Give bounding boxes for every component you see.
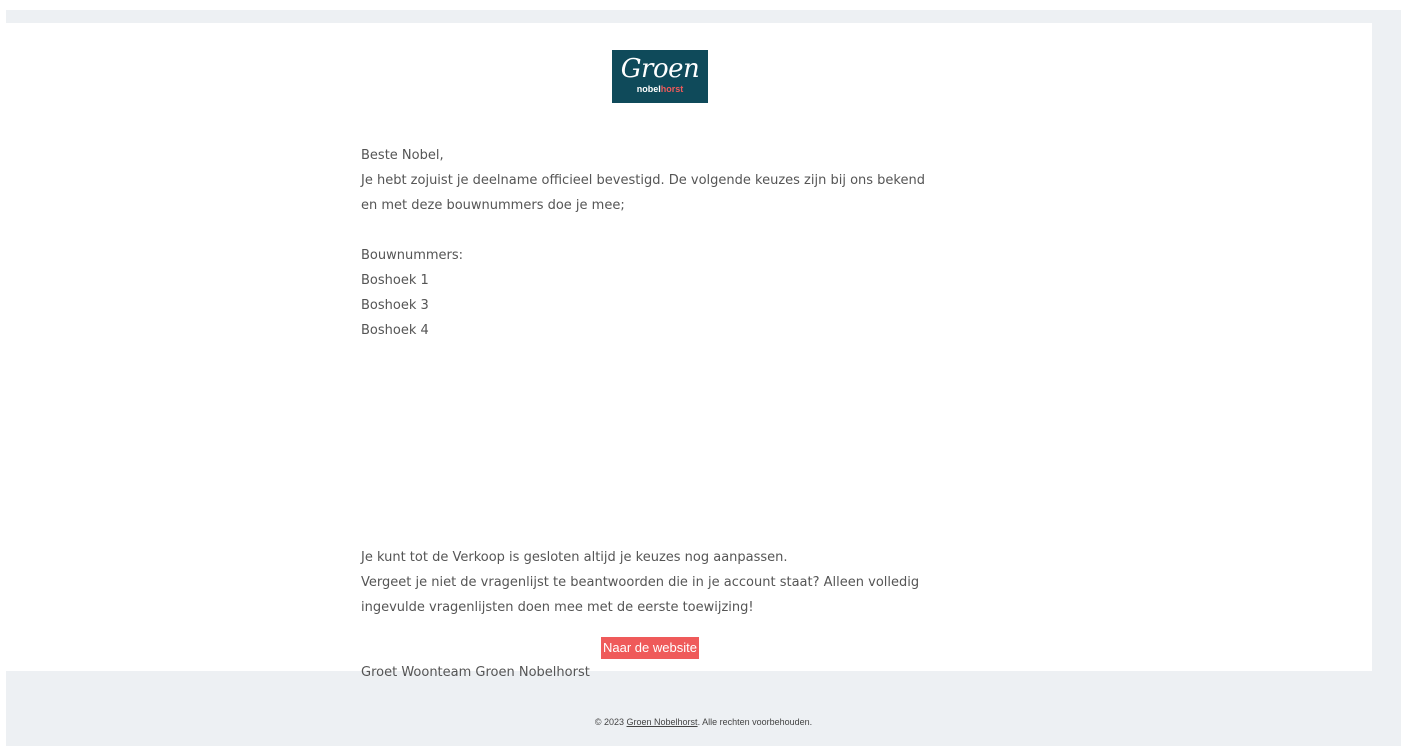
footer-copyright: © 2023 (594, 717, 624, 727)
logo-sub-part2: horst (660, 84, 684, 94)
closing-block: Je kunt tot de Verkoop is gesloten altij… (361, 545, 981, 620)
closing-line-3: ingevulde vragenlijsten doen mee met de … (361, 600, 754, 615)
logo-script-text: Groen (620, 54, 700, 84)
intro-line-2: en met deze bouwnummers doe je mee; (361, 198, 625, 213)
footer: © 2023 Groen Nobelhorst. Alle rechten vo… (6, 716, 1401, 728)
bouwnummer-item: Boshoek 1 (361, 273, 429, 288)
greeting-block: Beste Nobel, Je hebt zojuist je deelname… (361, 143, 981, 218)
logo-sub-part1: nobel (636, 84, 661, 94)
email-card: Groen nobelhorst Beste Nobel, Je hebt zo… (6, 23, 1372, 680)
footer-suffix: . Alle rechten voorbehouden. (697, 717, 813, 727)
closing-line-1: Je kunt tot de Verkoop is gesloten altij… (361, 550, 788, 565)
bouwnummer-item: Boshoek 4 (361, 323, 429, 338)
greeting: Beste Nobel, (361, 148, 444, 163)
groen-nobelhorst-logo: Groen nobelhorst (612, 50, 708, 103)
website-button[interactable]: Naar de website (601, 637, 699, 659)
signoff: Groet Woonteam Groen Nobelhorst (361, 665, 590, 680)
intro-line-1: Je hebt zojuist je deelname officieel be… (361, 173, 925, 188)
bouwnummers-block: Bouwnummers: Boshoek 1 Boshoek 3 Boshoek… (361, 243, 981, 343)
bouwnummer-item: Boshoek 3 (361, 298, 429, 313)
footer-link[interactable]: Groen Nobelhorst (627, 717, 698, 727)
email-background: Groen nobelhorst Beste Nobel, Je hebt zo… (6, 10, 1401, 746)
closing-line-2: Vergeet je niet de vragenlijst te beantw… (361, 575, 920, 590)
bouwnummers-label: Bouwnummers: (361, 248, 464, 263)
